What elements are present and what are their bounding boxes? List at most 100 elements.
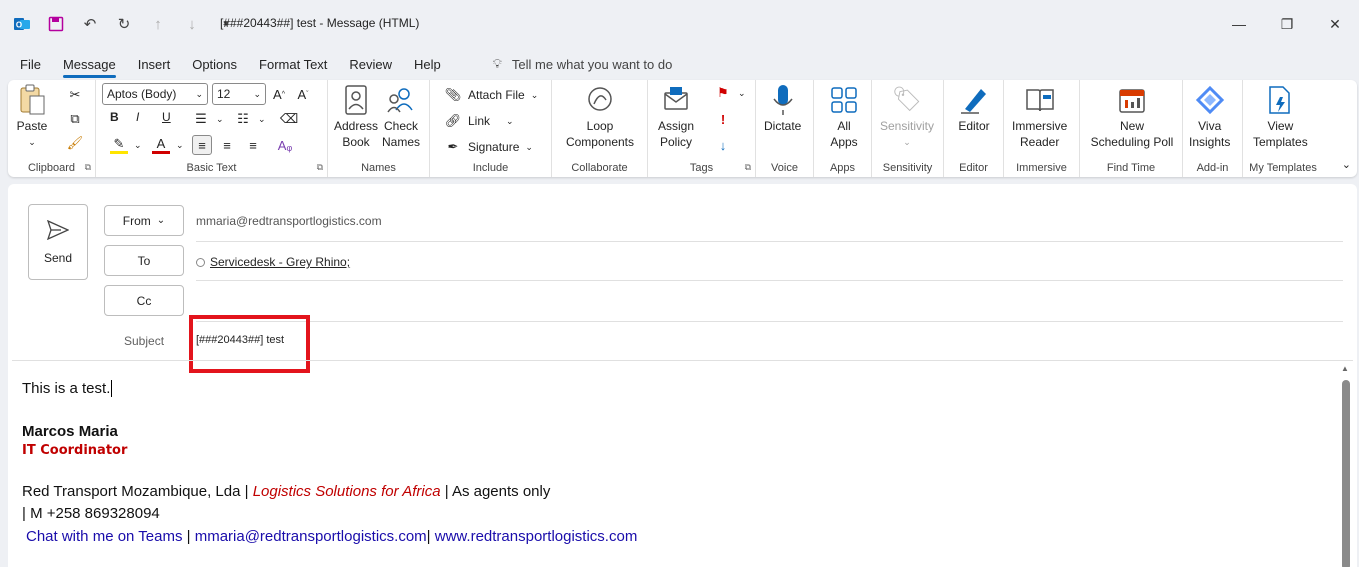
align-right-icon: ≡ bbox=[249, 137, 257, 153]
compose-area: Send From ⌄ mmaria@redtransportlogistics… bbox=[8, 184, 1357, 567]
link-button[interactable]: 🔗︎ Link ⌄ bbox=[444, 112, 514, 130]
all-apps-button[interactable]: All Apps bbox=[828, 84, 860, 150]
to-button[interactable]: To bbox=[104, 245, 184, 276]
viva-insights-icon bbox=[1194, 84, 1226, 116]
format-painter-button[interactable]: 🖌︎ bbox=[66, 134, 84, 152]
attach-file-button[interactable]: 📎︎ Attach File ⌄ bbox=[444, 86, 539, 104]
redo-icon[interactable]: ↻ bbox=[114, 14, 134, 34]
editor-button[interactable]: Editor bbox=[958, 84, 990, 134]
group-immersive: Immersive Reader Immersive bbox=[1004, 80, 1080, 177]
check-names-label: Check Names bbox=[382, 119, 421, 149]
high-importance-button[interactable]: ! bbox=[714, 110, 732, 128]
from-button[interactable]: From ⌄ bbox=[104, 205, 184, 236]
close-button[interactable]: ✕ bbox=[1311, 0, 1359, 48]
to-field[interactable]: Servicedesk - Grey Rhino; bbox=[196, 255, 350, 269]
scrollbar-thumb[interactable] bbox=[1342, 380, 1350, 567]
loop-components-button[interactable]: Loop Components bbox=[558, 84, 642, 150]
subject-label: Subject bbox=[124, 334, 165, 348]
restore-button[interactable]: ❐ bbox=[1263, 0, 1311, 48]
email-link[interactable]: mmaria@redtransportlogistics.com bbox=[195, 528, 427, 545]
minimize-button[interactable]: — bbox=[1215, 0, 1263, 48]
teams-chat-link[interactable]: Chat with me on Teams bbox=[26, 528, 182, 545]
tell-me-search[interactable]: 💡︎ Tell me what you want to do bbox=[493, 56, 673, 72]
paste-button[interactable]: Paste ⌄ bbox=[16, 84, 48, 150]
underline-button[interactable]: U bbox=[162, 110, 171, 124]
send-button[interactable]: Send bbox=[28, 204, 88, 280]
dictate-button[interactable]: Dictate bbox=[764, 84, 801, 134]
body-line[interactable]: This is a test. bbox=[22, 380, 113, 397]
company-tagline: Logistics Solutions for Africa bbox=[252, 483, 441, 500]
highlighter-icon: ✎ bbox=[110, 136, 128, 154]
group-label-addin: Add-in bbox=[1196, 162, 1229, 174]
clipboard-launcher-icon[interactable]: ⧉ bbox=[85, 162, 91, 173]
website-link[interactable]: www.redtransportlogistics.com bbox=[435, 528, 638, 545]
basic-text-launcher-icon[interactable]: ⧉ bbox=[317, 162, 323, 173]
save-icon[interactable] bbox=[46, 14, 66, 34]
assign-policy-button[interactable]: Assign Policy bbox=[658, 84, 694, 150]
to-recipient[interactable]: Servicedesk - Grey Rhino; bbox=[210, 255, 350, 269]
tab-help[interactable]: Help bbox=[414, 55, 441, 74]
group-names: Address Book Check Names Names bbox=[328, 80, 430, 177]
numbered-list-icon: ☷ bbox=[237, 111, 249, 126]
tab-format-text[interactable]: Format Text bbox=[259, 55, 327, 74]
align-right-button[interactable]: ≡ bbox=[244, 136, 262, 154]
group-sensitivity: 🏷︎ Sensitivity ⌄ Sensitivity bbox=[872, 80, 944, 177]
next-item-icon[interactable]: ↓ bbox=[182, 14, 202, 34]
from-divider bbox=[196, 241, 1343, 242]
paste-label: Paste bbox=[16, 119, 48, 133]
scroll-up-icon[interactable]: ▲ bbox=[1341, 364, 1349, 373]
undo-icon[interactable]: ↶ bbox=[80, 14, 100, 34]
new-scheduling-poll-button[interactable]: New Scheduling Poll bbox=[1088, 84, 1176, 150]
font-size-select[interactable]: 12 ⌄ bbox=[212, 83, 266, 105]
immersive-reader-button[interactable]: Immersive Reader bbox=[1012, 84, 1067, 150]
clear-formatting-button[interactable]: ⌫ bbox=[280, 110, 298, 128]
tab-options[interactable]: Options bbox=[192, 55, 237, 74]
sensitivity-button[interactable]: 🏷︎ Sensitivity ⌄ bbox=[880, 84, 934, 150]
font-color-button[interactable]: A ⌄ bbox=[152, 136, 184, 154]
highlight-button[interactable]: ✎ ⌄ bbox=[110, 136, 142, 154]
signature-icon: ✒︎ bbox=[447, 139, 459, 154]
underline-label: U bbox=[162, 110, 171, 124]
view-templates-button[interactable]: View Templates bbox=[1253, 84, 1308, 150]
check-names-button[interactable]: Check Names bbox=[382, 84, 420, 150]
viva-insights-button[interactable]: Viva Insights bbox=[1189, 84, 1230, 150]
group-label-collaborate: Collaborate bbox=[571, 162, 628, 174]
group-tags: Assign Policy ⚑ ⌄ ! ↓ Tags ⧉ bbox=[648, 80, 756, 177]
menu-bar: File Message Insert Options Format Text … bbox=[0, 52, 673, 78]
group-label-include: Include bbox=[472, 162, 509, 174]
grow-font-button[interactable]: A ^ bbox=[270, 85, 288, 103]
group-my-templates: View Templates My Templates bbox=[1243, 80, 1323, 177]
shrink-font-button[interactable]: Aˇ bbox=[294, 85, 312, 103]
tab-review[interactable]: Review bbox=[349, 55, 392, 74]
align-center-button[interactable]: ≡ bbox=[218, 136, 236, 154]
styles-button[interactable]: Aᵩ bbox=[276, 136, 294, 154]
tab-insert[interactable]: Insert bbox=[138, 55, 171, 74]
bold-label: B bbox=[110, 110, 119, 124]
align-left-button[interactable]: ≡ bbox=[192, 135, 212, 155]
italic-button[interactable]: I bbox=[136, 110, 139, 124]
previous-item-icon[interactable]: ↑ bbox=[148, 14, 168, 34]
link-label: Link bbox=[468, 114, 491, 128]
bullets-button[interactable]: ☰ ⌄ bbox=[192, 110, 223, 128]
header-body-divider bbox=[12, 360, 1353, 361]
follow-up-button[interactable]: ⚑ ⌄ bbox=[714, 84, 745, 102]
styles-icon: Aᵩ bbox=[277, 137, 293, 153]
tags-launcher-icon[interactable]: ⧉ bbox=[745, 162, 751, 173]
low-importance-button[interactable]: ↓ bbox=[714, 136, 732, 154]
group-basic-text: Aptos (Body) ⌄ 12 ⌄ A ^ Aˇ B I U ☰ ⌄ ☷ ⌄ ⌫ ✎ ⌄… bbox=[96, 80, 328, 177]
tab-file[interactable]: File bbox=[20, 55, 41, 74]
signature-button[interactable]: ✒︎ Signature ⌄ bbox=[444, 138, 533, 156]
chevron-down-icon: ⌄ bbox=[156, 215, 166, 226]
tab-message[interactable]: Message bbox=[62, 55, 116, 78]
cc-button[interactable]: Cc bbox=[104, 285, 184, 316]
copy-button[interactable]: ⧉ bbox=[66, 110, 84, 128]
numbering-button[interactable]: ☷ ⌄ bbox=[234, 110, 265, 128]
subject-highlight-box bbox=[189, 315, 310, 373]
cut-button[interactable]: ✂ bbox=[66, 86, 84, 104]
address-book-button[interactable]: Address Book bbox=[334, 84, 378, 150]
font-name-select[interactable]: Aptos (Body) ⌄ bbox=[102, 83, 208, 105]
scissors-icon: ✂ bbox=[69, 87, 81, 102]
collapse-ribbon-button[interactable]: ⌄ bbox=[1342, 158, 1351, 171]
bold-button[interactable]: B bbox=[110, 110, 119, 124]
vertical-scrollbar[interactable]: ▲ bbox=[1339, 362, 1353, 567]
